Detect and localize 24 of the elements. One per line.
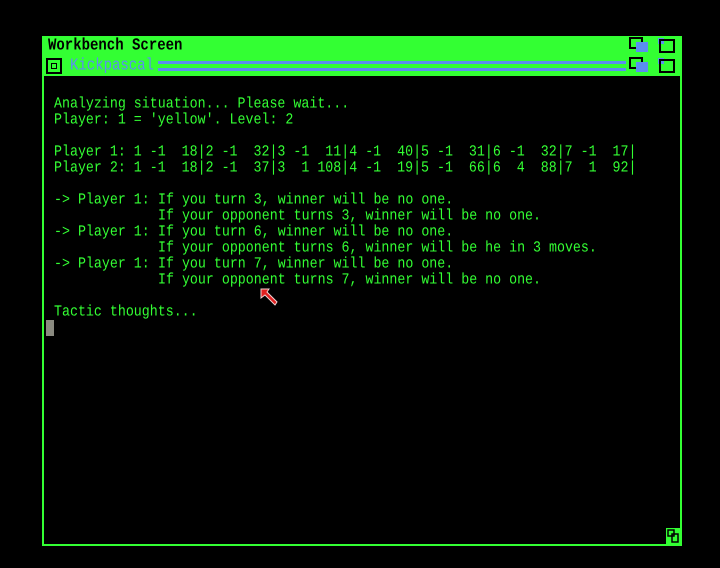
console-line: Analyzing situation... Please wait... [54,94,350,112]
resize-icon[interactable] [666,528,680,544]
close-button[interactable] [46,58,62,74]
depth-icon[interactable] [629,57,648,72]
console-line: -> Player 1: [54,254,151,274]
console-line: If you turn 6, winner will be no one. [158,222,454,240]
text-cursor [46,320,54,336]
console-line: Player 1: 1 -1 18|2 -1 32|3 -1 11|4 -1 40|5 -1 31|6 -1 32|7 -1 17| [54,142,638,160]
screen-title: Workbench Screen [48,36,182,56]
zoom-icon[interactable] [658,38,675,53]
console-line: If you turn 3, winner will be no one. [158,190,454,208]
window-title: Kickpascal [70,56,154,76]
console-line: If your opponent turns 3, winner will be no one. [158,206,542,224]
console-line: If your opponent turns 7, winner will be no one. [158,270,542,290]
zoom-icon[interactable] [658,58,675,73]
mouse-pointer-icon [260,288,280,308]
console-line: -> Player 1: [54,190,151,210]
console-line: If you turn 7, winner will be no one. [158,254,454,272]
console-line: If your opponent turns 6, winner will be he in 3 moves. [158,238,598,256]
console-line: Player: 1 = 'yellow'. Level: 2 [54,110,294,130]
console-line: Player 2: 1 -1 18|2 -1 37|3 1 108|4 -1 19|5 -1 66|6 4 88|7 1 92| [54,158,638,178]
console-line: -> Player 1: [54,222,151,242]
depth-icon[interactable] [629,37,648,52]
console-line: Tactic thoughts... [54,302,199,322]
